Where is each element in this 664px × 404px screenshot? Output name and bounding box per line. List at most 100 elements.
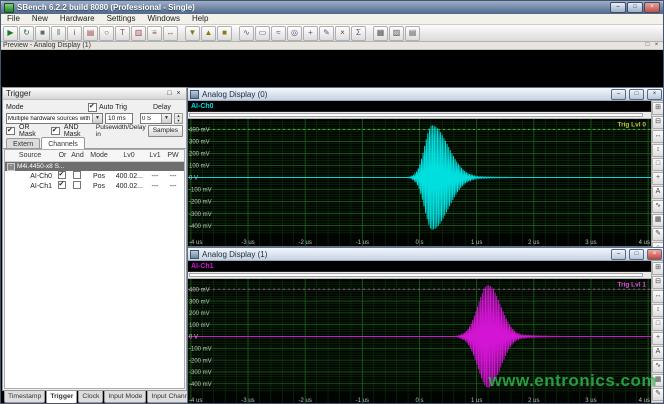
zoom-out-button[interactable]: ⊟ — [652, 276, 664, 289]
zoom-y-button[interactable]: ↕ — [652, 304, 664, 317]
text-label-button[interactable]: A — [652, 346, 664, 359]
zoom-tool-button[interactable]: ◎ — [287, 26, 302, 41]
close-button[interactable]: × — [644, 2, 660, 13]
arrange-displays-button[interactable]: ▤ — [405, 26, 420, 41]
trigger-setup-button[interactable]: T — [115, 26, 130, 41]
cursor-button[interactable]: + — [652, 172, 664, 185]
delay-spinner[interactable]: ▲▼ — [174, 113, 183, 124]
menu-hardware[interactable]: Hardware — [54, 14, 101, 24]
col-mode: Mode — [85, 152, 113, 159]
stop-acquisition-button[interactable]: ■ — [35, 26, 50, 41]
menu-windows[interactable]: Windows — [142, 14, 186, 24]
card-info-button[interactable]: i — [67, 26, 82, 41]
svg-text:2 us: 2 us — [528, 398, 539, 404]
trigger-panel-titlebar[interactable]: Trigger □ × — [3, 88, 186, 100]
ai-ch0-and-checkbox[interactable] — [73, 171, 81, 179]
ai-ch0-or-checkbox[interactable]: ✔ — [58, 171, 66, 179]
device-group-row[interactable]: −M4i.4450-x8 S... — [5, 162, 184, 171]
import-data-button[interactable]: ▼ — [185, 26, 200, 41]
auto-trig-time-field[interactable]: 10 ms — [105, 113, 133, 124]
display-1-restore-button[interactable]: □ — [629, 249, 644, 260]
trigger-channel-row[interactable]: AI-Ch1✔Pos400.02...------ — [5, 181, 184, 191]
samples-button[interactable]: Samples — [148, 125, 183, 137]
cursor-tool-button[interactable]: + — [303, 26, 318, 41]
display-0-plot[interactable]: Trig Lvl 0400 mV300 mV200 mV100 mV0 V-10… — [188, 119, 651, 246]
analog-display-1-titlebar[interactable]: Analog Display (1) – □ × — [188, 248, 664, 261]
zoom-out-button[interactable]: ⊟ — [652, 116, 664, 129]
signal-select-button[interactable]: ∿ — [652, 360, 664, 373]
tile-displays-button[interactable]: ▦ — [373, 26, 388, 41]
display-0-close-button[interactable]: × — [647, 89, 662, 100]
new-spectrum-display-button[interactable]: ≈ — [271, 26, 286, 41]
analog-display-0-titlebar[interactable]: Analog Display (0) – □ × — [188, 88, 664, 101]
trigger-delay-select[interactable]: 0 S ▼ — [140, 113, 172, 124]
channel-setup-button[interactable]: ▥ — [131, 26, 146, 41]
bottom-tab-input-mode[interactable]: Input Mode — [104, 391, 146, 403]
menu-help[interactable]: Help — [186, 14, 214, 24]
panel-float-button[interactable]: □ — [165, 89, 174, 98]
or-mask-checkbox[interactable]: ✔ — [6, 127, 15, 135]
and-mask-checkbox[interactable]: ✔ — [51, 127, 60, 135]
menu-file[interactable]: File — [1, 14, 26, 24]
maximize-button[interactable]: □ — [627, 2, 643, 13]
new-analog-display-button[interactable]: ∿ — [239, 26, 254, 41]
trigger-mode-select[interactable]: Multiple hardware sources with AND/OR ▼ — [6, 113, 103, 124]
display-1-plot[interactable]: Trig Lvl 1400 mV300 mV200 mV100 mV0 V-10… — [188, 279, 651, 404]
preview-float-button[interactable]: □ — [643, 42, 652, 49]
annotation-tool-button[interactable]: ✎ — [319, 26, 334, 41]
zoom-window-button[interactable]: □ — [652, 158, 664, 171]
zoom-in-button[interactable]: ⊞ — [652, 102, 664, 115]
cursor-button[interactable]: + — [652, 332, 664, 345]
annotate-button[interactable]: ✎ — [652, 228, 664, 241]
zoom-window-button[interactable]: □ — [652, 318, 664, 331]
hscroll-thumb[interactable] — [189, 273, 643, 277]
bottom-tab-clock[interactable]: Clock — [78, 391, 103, 403]
menu-new[interactable]: New — [26, 14, 54, 24]
display-1-hscrollbar[interactable] — [188, 272, 651, 279]
grid-toggle-button[interactable]: ▦ — [652, 374, 664, 387]
display-0-toolbar: ⊞⊟↔↕□+A∿▦✎⌂ — [651, 101, 664, 246]
tab-extern[interactable]: Extern — [6, 138, 40, 148]
zoom-y-button[interactable]: ↕ — [652, 144, 664, 157]
restart-acquisition-button[interactable]: ↻ — [19, 26, 34, 41]
grid-toggle-button[interactable]: ▦ — [652, 214, 664, 227]
zoom-x-button[interactable]: ↔ — [652, 130, 664, 143]
ai-ch1-or-checkbox[interactable]: ✔ — [58, 181, 66, 189]
clock-setup-button[interactable]: ○ — [99, 26, 114, 41]
text-label-button[interactable]: A — [652, 186, 664, 199]
trigger-table[interactable]: SourceOrAndModeLv0Lv1PW−M4i.4450-x8 S...… — [4, 149, 185, 389]
cascade-displays-button[interactable]: ▧ — [389, 26, 404, 41]
display-0-minimize-button[interactable]: – — [611, 89, 626, 100]
display-1-minimize-button[interactable]: – — [611, 249, 626, 260]
ai-ch1-and-checkbox[interactable] — [73, 181, 81, 189]
trigger-channel-row[interactable]: AI-Ch0✔Pos400.02...------ — [5, 171, 184, 181]
input-mode-button[interactable]: ▤ — [83, 26, 98, 41]
export-data-button[interactable]: ▲ — [201, 26, 216, 41]
preview-close-button[interactable]: × — [652, 42, 661, 49]
minimize-button[interactable]: – — [610, 2, 626, 13]
calculations-button[interactable]: Σ — [351, 26, 366, 41]
start-acquisition-button[interactable]: ▶ — [3, 26, 18, 41]
zoom-in-button[interactable]: ⊞ — [652, 262, 664, 275]
hscroll-thumb[interactable] — [189, 113, 643, 117]
title-bar[interactable]: SBench 6.2.2 build 8080 (Professional - … — [1, 1, 663, 14]
pause-acquisition-button[interactable]: ‖ — [51, 26, 66, 41]
delete-display-button[interactable]: × — [335, 26, 350, 41]
new-digital-display-button[interactable]: ▭ — [255, 26, 270, 41]
display-0-plot-svg: Trig Lvl 0400 mV300 mV200 mV100 mV0 V-10… — [188, 119, 651, 246]
display-0-restore-button[interactable]: □ — [629, 89, 644, 100]
panel-close-button[interactable]: × — [174, 89, 183, 98]
display-0-hscrollbar[interactable] — [188, 112, 651, 119]
save-project-button[interactable]: ■ — [217, 26, 232, 41]
bottom-tab-timestamp[interactable]: Timestamp — [4, 391, 45, 403]
auto-trig-checkbox[interactable]: ✔ — [88, 103, 97, 112]
annotate-button[interactable]: ✎ — [652, 388, 664, 401]
memory-setup-button[interactable]: ≡ — [147, 26, 162, 41]
menu-settings[interactable]: Settings — [101, 14, 142, 24]
signal-select-button[interactable]: ∿ — [652, 200, 664, 213]
zoom-x-button[interactable]: ↔ — [652, 290, 664, 303]
io-setup-button[interactable]: ↔ — [163, 26, 178, 41]
bottom-tab-trigger[interactable]: Trigger — [46, 391, 77, 404]
display-1-close-button[interactable]: × — [647, 249, 662, 260]
tab-channels[interactable]: Channels — [41, 137, 85, 149]
